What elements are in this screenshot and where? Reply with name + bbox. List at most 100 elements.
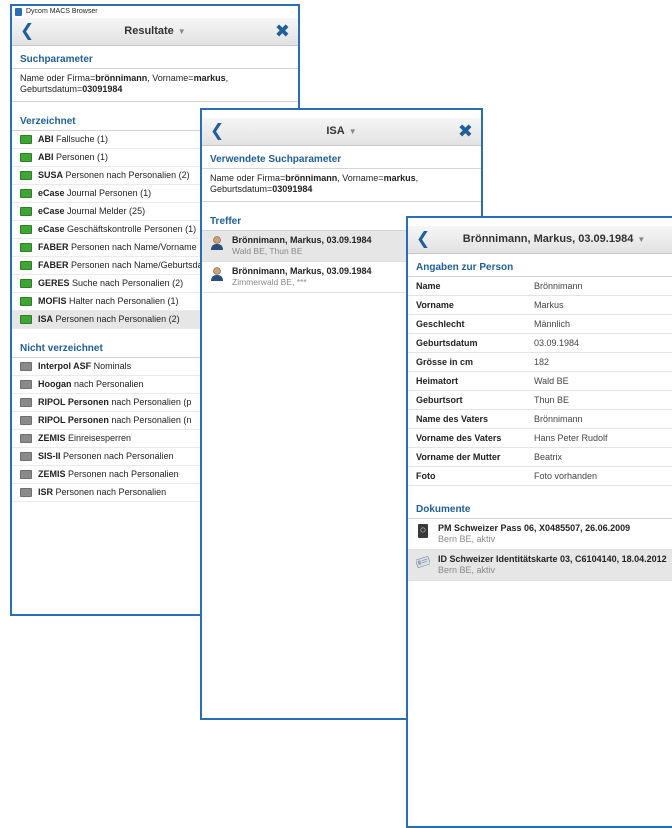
hit-places: Wald BE, Thun BE [232,246,303,256]
back-chevron-icon[interactable]: ❮ [416,230,430,248]
info-label: Geburtsdatum [408,333,526,353]
nav-title-label: ISA [326,125,345,137]
info-value: Brönnimann [526,277,672,296]
param-value: brönnimann [95,73,148,83]
hit-places: Zimmerwald BE, *** [232,277,307,287]
status-green-icon [20,207,32,216]
param-label: , Vorname= [337,173,384,183]
param-value: 03091984 [82,84,123,94]
close-icon[interactable]: ✖ [458,121,473,141]
info-value: Hans Peter Rudolf [526,428,672,448]
caret-down-icon: ▼ [177,27,186,36]
section-heading-used-params: Verwendete Suchparameter [202,146,481,169]
info-row: Grösse in cm 182 [408,352,672,372]
document-item[interactable]: PM Schweizer Pass 06, X0485507, 26.06.20… [408,519,672,550]
info-row: Heimatort Wald BE [408,371,672,391]
person-icon [211,236,223,250]
person-icon [211,267,223,281]
param-value: markus [193,73,226,83]
document-item-selected[interactable]: ID Schweizer Identitätskarte 03, C610414… [408,550,672,581]
nav-title[interactable]: Brönnimann, Markus, 03.09.1984 ▼ [438,226,670,253]
document-status: Bern BE, aktiv [438,534,496,544]
passport-icon [418,524,428,538]
param-label: , Vorname= [147,73,194,83]
status-gray-icon [20,488,32,497]
status-green-icon [20,189,32,198]
param-value: brönnimann [285,173,338,183]
status-gray-icon [20,434,32,443]
param-value: 03091984 [272,184,313,194]
info-row: Geburtsort Thun BE [408,390,672,410]
status-green-icon [20,243,32,252]
status-green-icon [20,153,32,162]
status-green-icon [20,135,32,144]
nav-title[interactable]: Resultate ▼ [42,18,268,45]
status-gray-icon [20,380,32,389]
info-label: Name [408,277,526,296]
hit-name: Brönnimann, Markus, 03.09.1984 [232,235,372,245]
status-green-icon [20,279,32,288]
back-chevron-icon[interactable]: ❮ [20,22,34,40]
section-heading-search-params: Suchparameter [12,46,298,69]
info-row: Vorname Markus [408,295,672,315]
status-green-icon [20,261,32,270]
status-green-icon [20,315,32,324]
info-row: Geburtsdatum 03.09.1984 [408,333,672,353]
info-value[interactable]: Foto vorhanden [526,466,672,486]
info-label: Name des Vaters [408,409,526,429]
param-label: Name oder Firma= [20,73,96,83]
back-chevron-icon[interactable]: ❮ [210,122,224,140]
info-row: Name Brönnimann [408,277,672,296]
info-row: Vorname der Mutter Beatrix [408,447,672,467]
document-status: Bern BE, aktiv [438,565,496,575]
status-green-icon [20,225,32,234]
info-value: Markus [526,295,672,315]
person-detail-window: ❮ Brönnimann, Markus, 03.09.1984▼ ✖ Anga… [406,216,672,828]
nav-title-label: Brönnimann, Markus, 03.09.1984 [462,233,634,245]
info-value: Beatrix [526,447,672,467]
info-value: Männlich [526,314,672,334]
info-label: Geburtsort [408,390,526,410]
app-icon [15,8,22,16]
window-titlebar: Dycom MACS Browser [12,6,298,18]
info-row: Vorname des Vaters Hans Peter Rudolf [408,428,672,448]
navbar: ❮ Brönnimann, Markus, 03.09.1984▼ ✖ [408,226,672,254]
status-gray-icon [20,398,32,407]
info-row: Name des Vaters Brönnimann [408,409,672,429]
info-label: Geschlecht [408,314,526,334]
info-label: Vorname [408,295,526,315]
hit-name: Brönnimann, Markus, 03.09.1984 [232,266,372,276]
caret-down-icon: ▼ [348,127,357,136]
info-label: Grösse in cm [408,352,526,372]
status-gray-icon [20,416,32,425]
app-title: Dycom MACS Browser [26,8,98,15]
used-params-text: Name oder Firma=brönnimann, Vorname=mark… [202,169,481,202]
document-name: PM Schweizer Pass 06, X0485507, 26.06.20… [438,523,631,533]
info-label: Foto [408,466,526,486]
section-heading-documents: Dokumente [408,496,672,519]
status-green-icon [20,297,32,306]
documents-list: PM Schweizer Pass 06, X0485507, 26.06.20… [408,519,672,581]
document-name: ID Schweizer Identitätskarte 03, C610414… [438,554,667,564]
status-gray-icon [20,452,32,461]
nav-title-label: Resultate [124,25,174,37]
nav-title[interactable]: ISA ▼ [232,118,451,145]
info-value: Wald BE [526,371,672,391]
search-params-text: Name oder Firma=brönnimann, Vorname=mark… [12,69,298,102]
status-gray-icon [20,362,32,371]
info-value: 03.09.1984 [526,333,672,353]
info-label: Vorname des Vaters [408,428,526,448]
status-gray-icon [20,470,32,479]
info-value: Thun BE [526,390,672,410]
param-label: Name oder Firma= [210,173,286,183]
close-icon[interactable]: ✖ [275,21,290,41]
info-row: Geschlecht Männlich [408,314,672,334]
navbar: ❮ Resultate ▼ ✖ [12,18,298,46]
info-label: Vorname der Mutter [408,447,526,467]
info-value: 182 [526,352,672,372]
id-card-icon [416,556,430,568]
section-heading-person: Angaben zur Person [408,254,672,277]
param-value: markus [383,173,416,183]
person-info-table: Name Brönnimann Vorname Markus Geschlecht M… [408,277,672,486]
navbar: ❮ ISA ▼ ✖ [202,118,481,146]
